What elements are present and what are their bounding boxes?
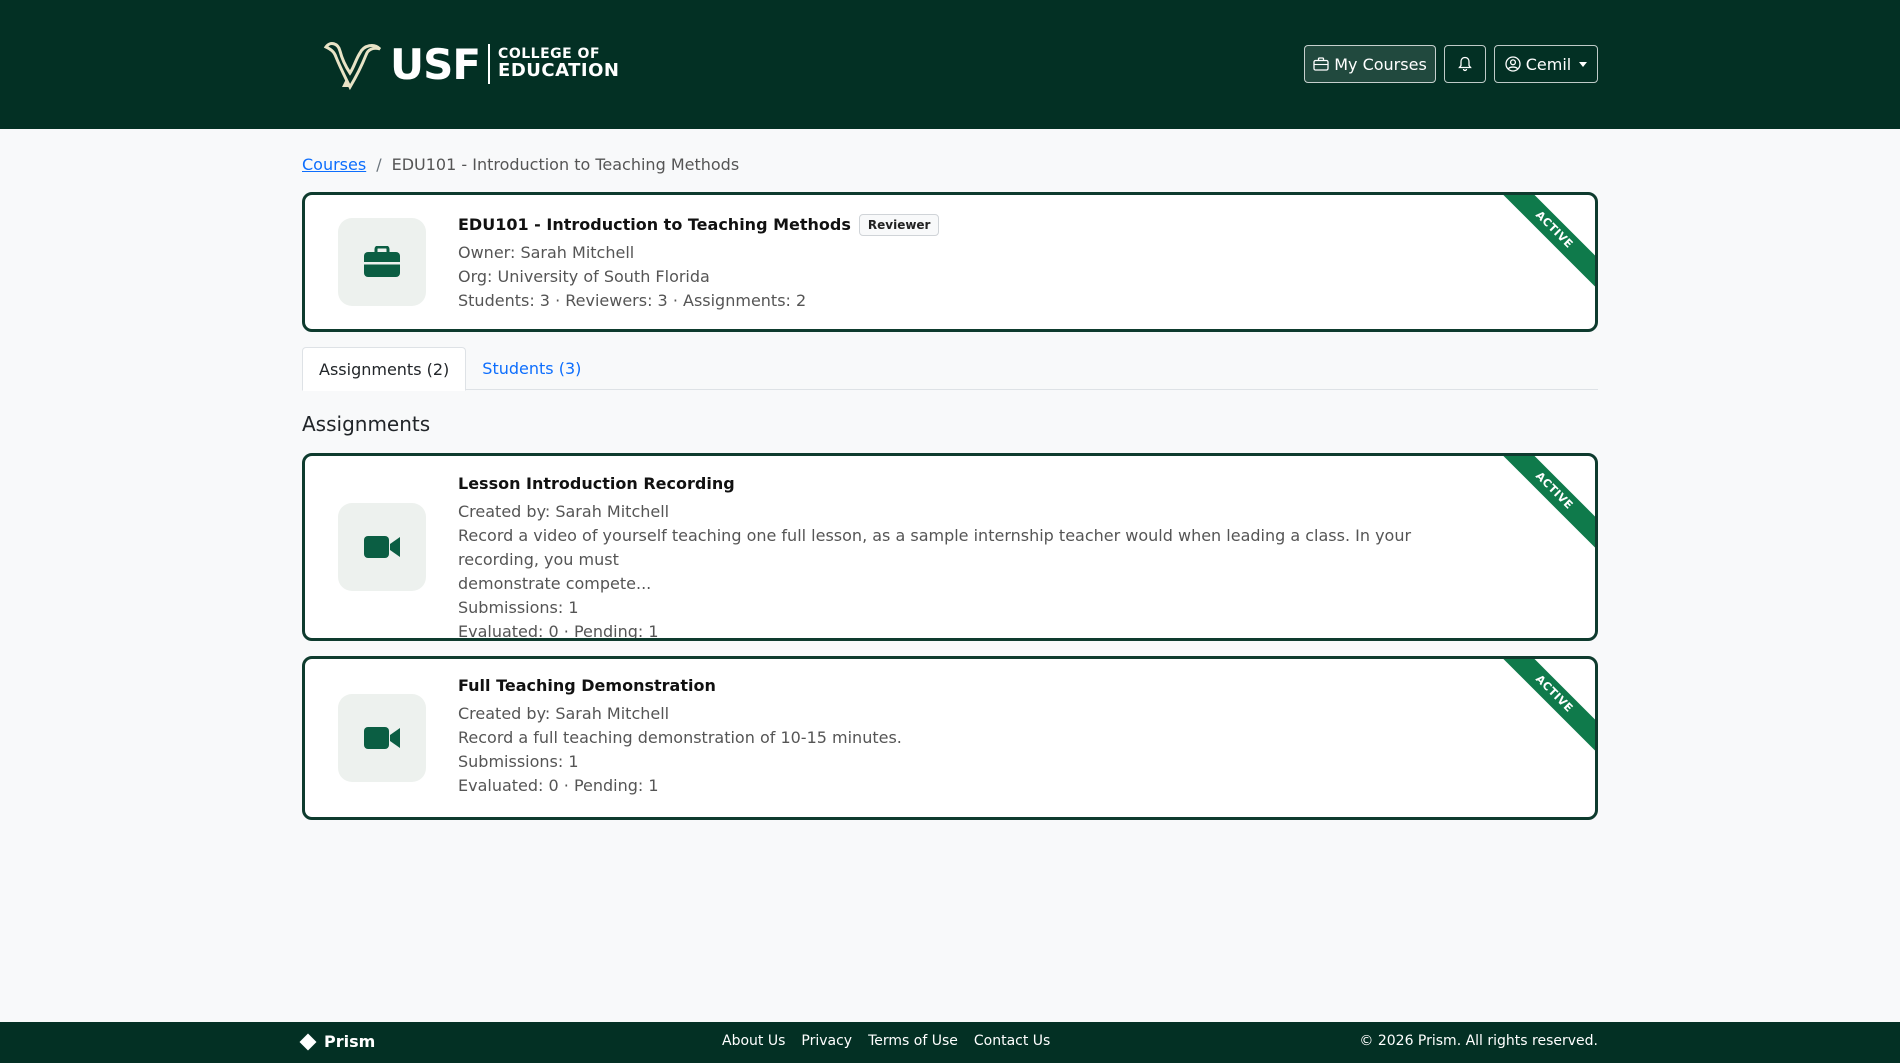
status-ribbon: ACTIVE [1493, 659, 1595, 755]
footer-brand-label: Prism [324, 1032, 376, 1051]
assignment-details: Full Teaching Demonstration Created by: … [458, 674, 1485, 798]
footer-links: About Us Privacy Terms of Use Contact Us [722, 1033, 1050, 1049]
breadcrumb-separator: / [376, 155, 382, 174]
status-ribbon: ACTIVE [1493, 195, 1595, 291]
footer-brand[interactable]: Prism [299, 1032, 376, 1051]
course-details: EDU101 - Introduction to Teaching Method… [458, 213, 1485, 313]
assignment-description-line2: demonstrate compete... [458, 574, 652, 593]
usf-logo[interactable]: USF COLLEGE OF EDUCATION [320, 36, 620, 92]
logo-college-text: COLLEGE OF EDUCATION [498, 47, 619, 81]
breadcrumb-courses-link[interactable]: Courses [302, 155, 366, 174]
course-icon-tile [338, 218, 426, 306]
prism-diamond-icon [299, 1033, 317, 1050]
logo-divider [488, 44, 491, 84]
briefcase-icon [364, 246, 400, 277]
logo-line2: EDUCATION [498, 59, 620, 81]
footer-link-about[interactable]: About Us [722, 1033, 785, 1049]
course-card: EDU101 - Introduction to Teaching Method… [302, 192, 1598, 332]
bell-icon [1458, 56, 1472, 72]
assignment-created-by: Created by: Sarah Mitchell [458, 502, 670, 521]
footer-link-contact[interactable]: Contact Us [974, 1033, 1050, 1049]
my-courses-label: My Courses [1334, 54, 1427, 74]
assignment-description-line1: Record a full teaching demonstration of … [458, 728, 902, 747]
assignment-icon-tile [338, 503, 426, 591]
assignment-evaluation: Evaluated: 0 · Pending: 1 [458, 622, 659, 641]
course-title: EDU101 - Introduction to Teaching Method… [458, 215, 851, 234]
notifications-button[interactable] [1444, 45, 1486, 83]
assignment-evaluation: Evaluated: 0 · Pending: 1 [458, 776, 659, 795]
user-name-label: Cemil [1525, 54, 1572, 74]
assignment-card[interactable]: Lesson Introduction Recording Created by… [302, 453, 1598, 641]
assignment-created-by: Created by: Sarah Mitchell [458, 704, 670, 723]
assignment-submissions: Submissions: 1 [458, 598, 579, 617]
course-org: Org: University of South Florida [458, 267, 710, 286]
assignment-title[interactable]: Lesson Introduction Recording [458, 472, 1485, 496]
assignment-card[interactable]: Full Teaching Demonstration Created by: … [302, 656, 1598, 820]
logo-usf-text: USF [390, 39, 481, 89]
assignment-icon-tile [338, 694, 426, 782]
assignment-submissions: Submissions: 1 [458, 752, 579, 771]
assignment-description-line1: Record a video of yourself teaching one … [458, 526, 1412, 569]
tab-assignments[interactable]: Assignments (2) [302, 347, 467, 391]
bull-horns-logo-icon [323, 42, 382, 91]
user-circle-icon [1505, 56, 1521, 72]
status-ribbon: ACTIVE [1493, 456, 1595, 552]
footer: Prism About Us Privacy Terms of Use Cont… [0, 1022, 1900, 1063]
course-stats: Students: 3 · Reviewers: 3 · Assignments… [458, 291, 807, 310]
video-camera-icon [364, 727, 400, 749]
video-camera-icon [364, 536, 400, 558]
chevron-down-icon [1579, 61, 1588, 67]
my-courses-button[interactable]: My Courses [1304, 45, 1436, 83]
top-navbar: USF COLLEGE OF EDUCATION My Courses Cemi… [0, 0, 1900, 129]
breadcrumb: Courses / EDU101 - Introduction to Teach… [302, 155, 739, 174]
section-heading: Assignments [302, 412, 431, 436]
user-menu-dropdown[interactable]: Cemil [1494, 45, 1598, 83]
assignment-title[interactable]: Full Teaching Demonstration [458, 674, 1485, 698]
breadcrumb-current: EDU101 - Introduction to Teaching Method… [391, 155, 740, 174]
course-tabs: Assignments (2) Students (3) [302, 347, 1598, 391]
footer-copyright: © 2026 Prism. All rights reserved. [1359, 1033, 1598, 1049]
tab-students[interactable]: Students (3) [466, 347, 597, 390]
course-owner: Owner: Sarah Mitchell [458, 243, 635, 262]
footer-link-privacy[interactable]: Privacy [801, 1033, 852, 1049]
assignment-details: Lesson Introduction Recording Created by… [458, 472, 1485, 641]
briefcase-icon [1313, 57, 1329, 71]
role-badge: Reviewer [858, 214, 940, 236]
footer-link-terms[interactable]: Terms of Use [868, 1033, 958, 1049]
